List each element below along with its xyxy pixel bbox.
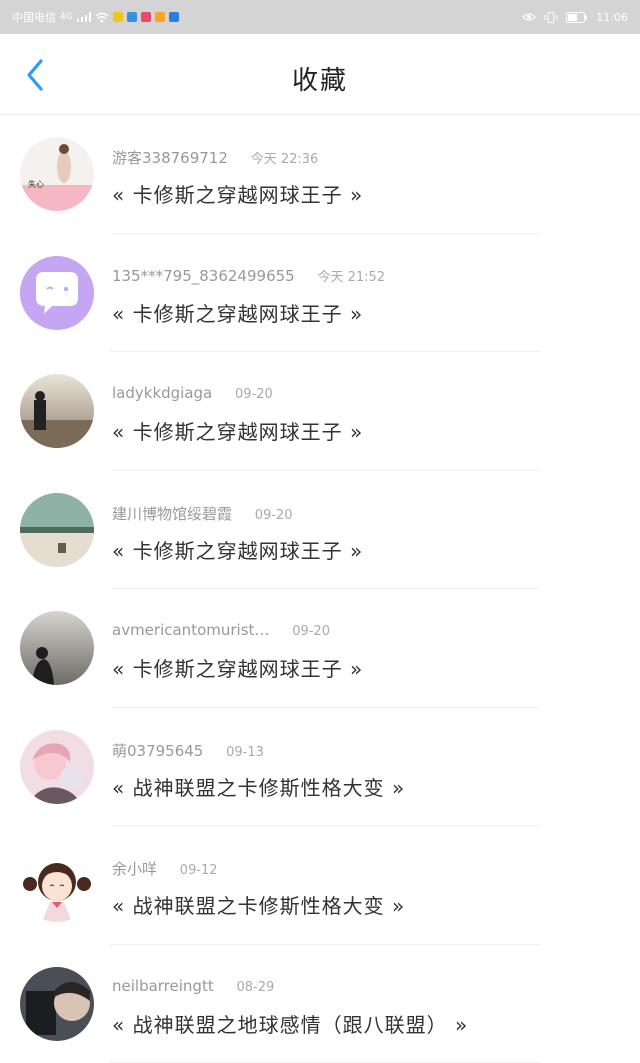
item-meta: 游客338769712 今天 22:36 [112,147,318,168]
list-item[interactable]: 余小咩 09-12 « 战神联盟之卡修斯性格大变 » [0,826,640,945]
item-title: « 战神联盟之地球感情（跟八联盟） » [112,1009,468,1038]
app-notification-icon [169,12,179,22]
list-item[interactable]: 失心 游客338769712 今天 22:36 « 卡修斯之穿越网球王子 » [0,115,640,234]
app-notification-icon [155,12,165,22]
network-label: 4G [60,12,73,22]
item-meta: ladykkdgiaga 09-20 [112,384,273,402]
wifi-icon [95,12,109,23]
avatar [20,374,94,448]
app-notification-icon [113,12,123,22]
item-meta: neilbarreingtt 08-29 [112,977,274,995]
avatar [20,611,94,685]
item-title: « 卡修斯之穿越网球王子 » [112,179,363,208]
app-notification-icon [127,12,137,22]
status-bar-right: 11:06 [522,11,628,24]
item-meta: 萌03795645 09-13 [112,740,264,761]
username: 萌03795645 [112,742,203,760]
avatar [20,730,94,804]
avatar [20,848,94,922]
avatar: 失心 [20,137,94,211]
signal-icon [77,12,91,22]
carrier-label: 中国电信 [12,9,56,25]
list-item[interactable]: 建川博物馆绥碧霞 09-20 « 卡修斯之穿越网球王子 » [0,471,640,590]
username: 建川博物馆绥碧霞 [112,505,232,523]
avatar [20,256,94,330]
timestamp: 今天 22:36 [251,152,319,167]
page-title: 收藏 [0,60,640,97]
status-bar: 中国电信 4G 11:06 [0,0,640,34]
username: 游客338769712 [112,149,228,167]
username: 135***795_8362499655 [112,267,295,285]
favorites-list: 失心 游客338769712 今天 22:36 « 卡修斯之穿越网球王子 » 1… [0,115,640,1063]
battery-icon [566,12,588,23]
item-meta: 135***795_8362499655 今天 21:52 [112,266,385,285]
list-item[interactable]: 135***795_8362499655 今天 21:52 « 卡修斯之穿越网球… [0,234,640,353]
username: neilbarreingtt [112,977,214,995]
list-item[interactable]: ladykkdgiaga 09-20 « 卡修斯之穿越网球王子 » [0,352,640,471]
avatar [20,967,94,1041]
username: ladykkdgiaga [112,384,212,402]
item-title: « 卡修斯之穿越网球王子 » [112,535,363,564]
timestamp: 09-20 [235,387,273,402]
list-item[interactable]: avmericantomurist… 09-20 « 卡修斯之穿越网球王子 » [0,589,640,708]
timestamp: 09-20 [255,508,293,523]
timestamp: 08-29 [237,980,275,995]
timestamp: 今天 21:52 [317,270,385,285]
avatar [20,493,94,567]
item-meta: avmericantomurist… 09-20 [112,621,330,639]
timestamp: 09-12 [180,863,218,878]
item-meta: 余小咩 09-12 [112,858,218,879]
list-item[interactable]: 萌03795645 09-13 « 战神联盟之卡修斯性格大变 » [0,708,640,827]
clock-label: 11:06 [596,11,628,24]
username: 余小咩 [112,860,157,878]
item-meta: 建川博物馆绥碧霞 09-20 [112,503,293,524]
svg-text:失心: 失心 [28,179,44,189]
item-title: « 战神联盟之卡修斯性格大变 » [112,890,405,919]
username: avmericantomurist… [112,621,269,639]
item-title: « 战神联盟之卡修斯性格大变 » [112,772,405,801]
nav-header: 收藏 [0,34,640,115]
item-title: « 卡修斯之穿越网球王子 » [112,298,363,327]
eye-icon [522,12,536,22]
list-item[interactable]: neilbarreingtt 08-29 « 战神联盟之地球感情（跟八联盟） » [0,945,640,1063]
timestamp: 09-20 [292,624,330,639]
app-notification-icon [141,12,151,22]
vibrate-icon [544,12,558,23]
item-title: « 卡修斯之穿越网球王子 » [112,416,363,445]
status-bar-left: 中国电信 4G [12,9,179,25]
item-title: « 卡修斯之穿越网球王子 » [112,653,363,682]
timestamp: 09-13 [226,745,264,760]
